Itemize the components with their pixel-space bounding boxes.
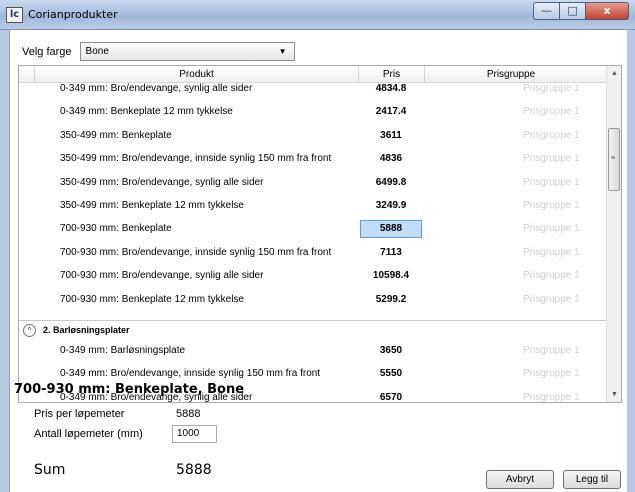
window-title: Corianprodukter	[28, 8, 118, 21]
cell-prisgruppe: Prisgruppe 1	[523, 106, 580, 118]
table-row[interactable]: 700-930 mm: Bro/endevange, synlig alle s…	[19, 264, 607, 287]
color-select[interactable]: Bone ▼	[79, 42, 295, 61]
cell-produkt: 700-930 mm: Bro/endevange, innside synli…	[60, 246, 332, 258]
sum-label: Sum	[34, 462, 66, 478]
table-row[interactable]: 350-499 mm: Bro/endevange, innside synli…	[19, 147, 607, 170]
scrollbar-thumb[interactable]: ≡	[608, 128, 620, 191]
cell-prisgruppe: Prisgruppe 1	[523, 176, 580, 188]
cell-pris[interactable]: 5550	[360, 362, 422, 385]
cell-pris[interactable]: 3249.9	[360, 194, 422, 217]
quantity-label: Antall løpemeter (mm)	[34, 428, 143, 440]
table-row-selected[interactable]: 700-930 mm: Benkeplate 5888 Prisgruppe 1	[19, 217, 607, 240]
vertical-scrollbar[interactable]: ▲ ≡ ▼	[606, 66, 621, 402]
cell-produkt: 350-499 mm: Bro/endevange, innside synli…	[60, 153, 332, 165]
cell-produkt: 700-930 mm: Benkeplate	[60, 223, 172, 235]
cell-pris-selected[interactable]: 5888	[360, 220, 422, 239]
table-row[interactable]: 0-349 mm: Bro/endevange, synlig alle sid…	[19, 77, 607, 100]
cell-prisgruppe: Prisgruppe 1	[523, 368, 580, 380]
cell-pris[interactable]: 6499.8	[360, 171, 422, 194]
scroll-up-icon[interactable]: ▲	[607, 66, 621, 81]
close-button[interactable]: x	[585, 2, 629, 20]
minimize-button[interactable]: —	[533, 2, 559, 20]
add-button[interactable]: Legg til	[563, 470, 621, 489]
color-select-value: Bone	[85, 46, 109, 57]
cell-produkt: 0-349 mm: Barløsningsplate	[60, 344, 186, 356]
cell-prisgruppe: Prisgruppe 1	[523, 199, 580, 211]
cell-pris[interactable]: 2417.4	[360, 100, 422, 123]
sum-value: 5888	[176, 462, 212, 478]
dialog-client-area: Velg farge Bone ▼ Produkt Pris Prisgrupp…	[10, 30, 627, 492]
cell-prisgruppe: Prisgruppe 1	[523, 83, 580, 94]
cell-pris[interactable]: 3611	[360, 124, 422, 147]
cell-prisgruppe: Prisgruppe 1	[523, 129, 580, 141]
cell-pris[interactable]: 10598.4	[360, 264, 422, 287]
table-row[interactable]: 350-499 mm: Benkeplate 3611 Prisgruppe 1	[19, 124, 607, 147]
cell-prisgruppe: Prisgruppe 1	[523, 223, 580, 235]
window-controls: — □ x	[533, 2, 629, 20]
table-row[interactable]: 0-349 mm: Benkeplate 12 mm tykkelse 2417…	[19, 100, 607, 123]
group-header[interactable]: ^ 2. Barløsningsplater	[19, 321, 607, 339]
cell-pris[interactable]: 5299.2	[360, 288, 422, 311]
table-row[interactable]: 700-930 mm: Benkeplate 12 mm tykkelse 52…	[19, 288, 607, 311]
window-frame-right	[627, 30, 635, 492]
cell-pris[interactable]: 4836	[360, 147, 422, 170]
cancel-button[interactable]: Avbryt	[486, 470, 554, 489]
cell-prisgruppe: Prisgruppe 1	[523, 293, 580, 305]
cell-produkt: 700-930 mm: Bro/endevange, synlig alle s…	[60, 270, 264, 282]
color-picker-row: Velg farge Bone ▼	[22, 42, 295, 61]
cell-prisgruppe: Prisgruppe 1	[523, 270, 580, 282]
maximize-button[interactable]: □	[559, 2, 585, 20]
grid-rows: 0-349 mm: Bro/endevange, synlig alle sid…	[19, 77, 607, 403]
quantity-input[interactable]: 1000	[172, 425, 217, 443]
cell-prisgruppe: Prisgruppe 1	[523, 391, 580, 403]
cell-produkt: 350-499 mm: Benkeplate	[60, 129, 172, 141]
cell-prisgruppe: Prisgruppe 1	[523, 344, 580, 356]
table-row[interactable]: 350-499 mm: Bro/endevange, synlig alle s…	[19, 171, 607, 194]
group-divider	[19, 311, 607, 321]
cell-produkt: 0-349 mm: Bro/endevange, synlig alle sid…	[60, 83, 253, 94]
cell-produkt: 0-349 mm: Benkeplate 12 mm tykkelse	[60, 106, 233, 118]
grip-icon: ≡	[611, 155, 616, 162]
collapse-group-icon[interactable]: ^	[23, 323, 36, 337]
cell-pris[interactable]: 7113	[360, 241, 422, 264]
app-icon: lc	[6, 7, 23, 23]
table-row[interactable]: 0-349 mm: Barløsningsplate 3650 Prisgrup…	[19, 339, 607, 362]
cell-pris[interactable]: 4834.8	[360, 77, 422, 100]
group-title: 2. Barløsningsplater	[43, 324, 130, 335]
cell-produkt: 350-499 mm: Benkeplate 12 mm tykkelse	[60, 199, 244, 211]
cell-pris[interactable]: 6570	[360, 386, 422, 402]
table-row[interactable]: 350-499 mm: Benkeplate 12 mm tykkelse 32…	[19, 194, 607, 217]
color-label: Velg farge	[22, 45, 72, 58]
title-bar[interactable]: lc Corianprodukter — □ x	[0, 0, 635, 30]
cell-pris[interactable]: 3650	[360, 339, 422, 362]
cell-produkt: 700-930 mm: Benkeplate 12 mm tykkelse	[60, 293, 244, 305]
cell-produkt: 350-499 mm: Bro/endevange, synlig alle s…	[60, 176, 264, 188]
cell-prisgruppe: Prisgruppe 1	[523, 246, 580, 258]
scroll-down-icon[interactable]: ▼	[607, 387, 621, 402]
selected-product-title: 700-930 mm: Benkeplate, Bone	[14, 382, 245, 397]
cell-prisgruppe: Prisgruppe 1	[523, 153, 580, 165]
chevron-down-icon: ▼	[278, 47, 287, 56]
price-per-meter-label: Pris per løpemeter	[34, 408, 125, 420]
price-per-meter-value: 5888	[176, 408, 201, 420]
table-row[interactable]: 700-930 mm: Bro/endevange, innside synli…	[19, 241, 607, 264]
product-grid[interactable]: Produkt Pris Prisgruppe 0-349 mm: Bro/en…	[18, 65, 622, 403]
